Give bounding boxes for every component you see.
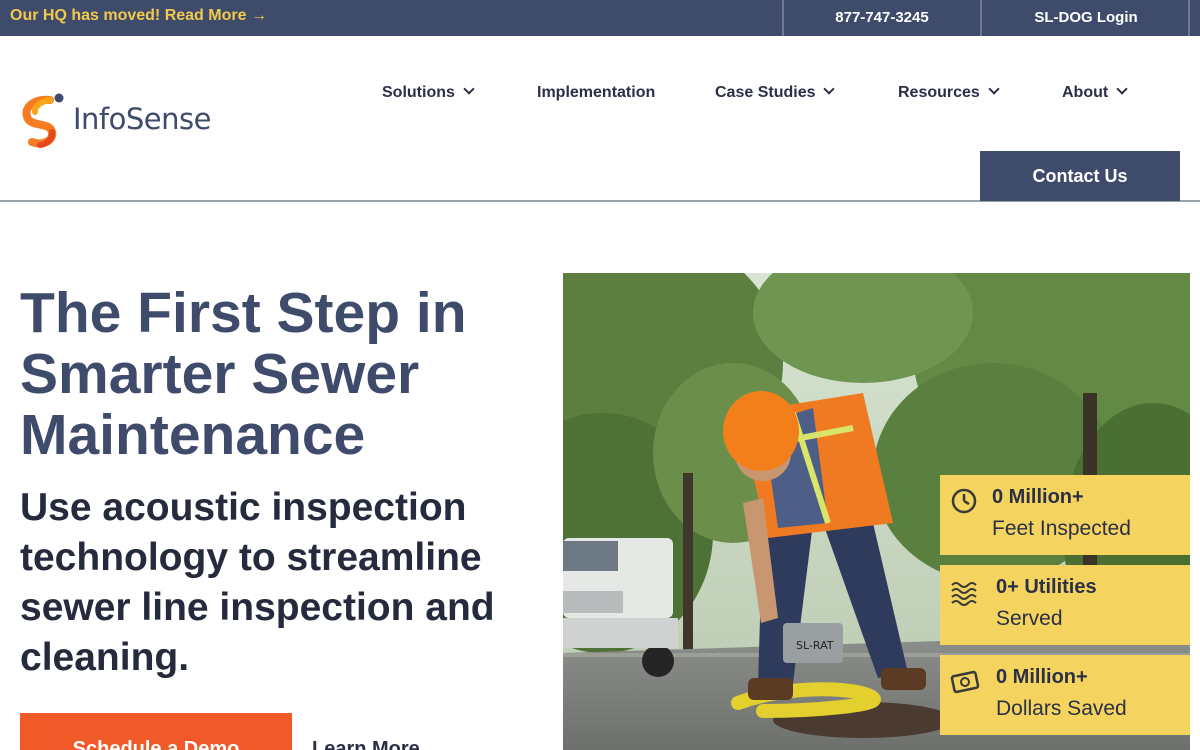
nav-case-studies-label: Case Studies <box>715 84 816 101</box>
stat-value: 0 Million+ <box>992 486 1084 508</box>
stat-card-dollars-saved: 0 Million+ Dollars Saved <box>940 655 1190 735</box>
device-label: SL-RAT <box>796 639 834 652</box>
contact-us-button[interactable]: Contact Us <box>980 151 1180 201</box>
nav-implementation-label: Implementation <box>537 84 656 101</box>
infosense-swirl-icon <box>22 93 64 148</box>
hero-subtitle: Use acoustic inspection technology to st… <box>20 486 495 679</box>
nav-solutions[interactable]: Solutions <box>382 81 475 105</box>
nav-about-label: About <box>1062 84 1109 101</box>
learn-more-link[interactable]: Learn More <box>312 738 420 750</box>
stat-label: Dollars Saved <box>996 697 1127 720</box>
infosense-logo[interactable]: InfoSense <box>20 92 211 148</box>
stat-label: Feet Inspected <box>992 517 1131 540</box>
nav-implementation[interactable]: Implementation <box>537 81 655 105</box>
chevron-down-icon <box>988 83 1000 95</box>
nav-case-studies[interactable]: Case Studies <box>715 81 836 105</box>
sl-dog-login-link[interactable]: SL-DOG Login <box>982 0 1190 36</box>
chevron-down-icon <box>823 83 836 95</box>
nav-resources-label: Resources <box>898 84 980 101</box>
stat-card-utilities-served: 0+ Utilities Served <box>940 565 1190 645</box>
topbar-divider <box>1188 0 1190 36</box>
nav-about[interactable]: About <box>1062 81 1128 105</box>
schedule-demo-button[interactable]: Schedule a Demo <box>20 713 292 750</box>
nav-resources[interactable]: Resources <box>898 81 1000 105</box>
site-header: InfoSense Solutions Implementation Case … <box>0 36 1200 202</box>
stat-value: 0+ Utilities <box>996 576 1097 598</box>
stat-card-feet-inspected: 0 Million+ Feet Inspected <box>940 475 1190 555</box>
stat-value: 0 Million+ <box>996 666 1088 688</box>
stat-label: Served <box>996 607 1063 630</box>
hq-moved-link[interactable]: Our HQ has moved! Read More → <box>10 0 267 36</box>
phone-link[interactable]: 877-747-3245 <box>784 0 980 36</box>
waves-icon <box>951 582 977 606</box>
brand-name: InfoSense <box>73 102 211 136</box>
money-icon <box>950 670 980 694</box>
chevron-down-icon <box>1116 83 1128 95</box>
hero-title: The First Step in Smarter Sewer Maintena… <box>20 281 467 467</box>
nav-solutions-label: Solutions <box>382 84 455 101</box>
chevron-down-icon <box>463 83 475 95</box>
announcement-bar: Our HQ has moved! Read More → 877-747-32… <box>0 0 1200 36</box>
clock-icon <box>951 488 977 514</box>
